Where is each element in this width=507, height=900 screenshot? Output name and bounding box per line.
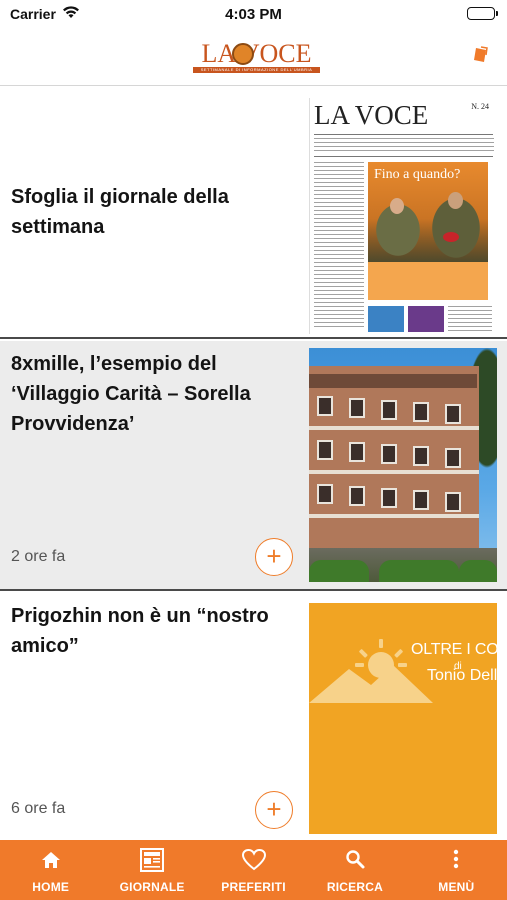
- newspaper-small-photo: [368, 306, 404, 332]
- status-bar: Carrier 4:03 PM: [0, 0, 507, 28]
- news-card-newspaper[interactable]: Sfoglia il giornale della settimana LA V…: [0, 87, 507, 339]
- clock: 4:03 PM: [225, 6, 282, 23]
- newspaper-masthead: LA VOCE: [314, 100, 429, 130]
- card-timestamp: 6 ore fa: [11, 800, 66, 817]
- tab-home[interactable]: HOME: [0, 840, 101, 900]
- bookmark-tag-icon[interactable]: [472, 46, 488, 64]
- heart-icon: [241, 848, 267, 872]
- newspaper-text-block: [448, 306, 492, 332]
- search-icon: [342, 848, 368, 872]
- logo-text: LA VOCE: [201, 39, 312, 68]
- logo-subtitle: SETTIMANALE DI INFORMAZIONE DELL'UMBRIA: [200, 67, 313, 72]
- newspaper-hero-title: Fino a quando?: [374, 167, 461, 182]
- newspaper-highlight-box: [368, 262, 488, 300]
- tab-bar: HOME GIORNALE PREFERITI RICERCA MENÙ: [0, 840, 507, 900]
- tab-ricerca[interactable]: RICERCA: [304, 840, 405, 900]
- card-title: Sfoglia il giornale della settimana: [11, 186, 229, 238]
- tab-menu[interactable]: MENÙ: [406, 840, 507, 900]
- logo-subtitle-band: SETTIMANALE DI INFORMAZIONE DELL'UMBRIA: [193, 67, 320, 73]
- app-header: LA VOCE SETTIMANALE DI INFORMAZIONE DELL…: [0, 28, 507, 86]
- divider: [314, 156, 493, 157]
- more-vertical-icon: [443, 848, 469, 872]
- newspaper-text-block: [314, 138, 494, 154]
- tab-label: MENÙ: [438, 880, 475, 894]
- tab-preferiti[interactable]: PREFERITI: [203, 840, 304, 900]
- newspaper-hero-photo: Fino a quando?: [368, 162, 488, 262]
- newspaper-issue-number: N. 24: [471, 102, 489, 111]
- card-title: 8xmille, l’esempio del ‘Villaggio Carità…: [11, 353, 251, 435]
- add-favorite-button[interactable]: +: [255, 538, 293, 576]
- battery-icon: [467, 7, 498, 20]
- home-icon: [38, 848, 64, 872]
- app-logo: LA VOCE SETTIMANALE DI INFORMAZIONE DELL…: [193, 40, 320, 74]
- building-shape: [309, 366, 479, 552]
- column-title: OLTRE I CONF: [411, 641, 497, 658]
- divider: [314, 134, 493, 135]
- column-author: Tonio Dell'O: [427, 667, 497, 684]
- news-card-article[interactable]: 8xmille, l’esempio del ‘Villaggio Carità…: [0, 341, 507, 591]
- tab-label: PREFERITI: [221, 880, 286, 894]
- tab-giornale[interactable]: GIORNALE: [101, 840, 202, 900]
- news-card-article[interactable]: Prigozhin non è un “nostro amico” 6 ore …: [0, 593, 507, 839]
- tab-label: RICERCA: [326, 880, 383, 894]
- add-favorite-button[interactable]: +: [255, 791, 293, 829]
- building-photo-thumbnail: [309, 348, 497, 582]
- card-timestamp: 2 ore fa: [11, 548, 66, 565]
- logo-emblem-icon: [232, 43, 254, 65]
- tab-label: HOME: [32, 880, 70, 894]
- newspaper-text-column: [314, 162, 364, 330]
- newspaper-small-photo: [408, 306, 444, 332]
- column-banner-thumbnail: OLTRE I CONF di Tonio Dell'O: [309, 603, 497, 834]
- newspaper-cover-thumbnail: LA VOCE N. 24 Fino a quando?: [309, 98, 497, 334]
- card-title: Prigozhin non è un “nostro amico”: [11, 605, 269, 657]
- newspaper-icon: [139, 848, 165, 872]
- tab-label: GIORNALE: [119, 880, 185, 894]
